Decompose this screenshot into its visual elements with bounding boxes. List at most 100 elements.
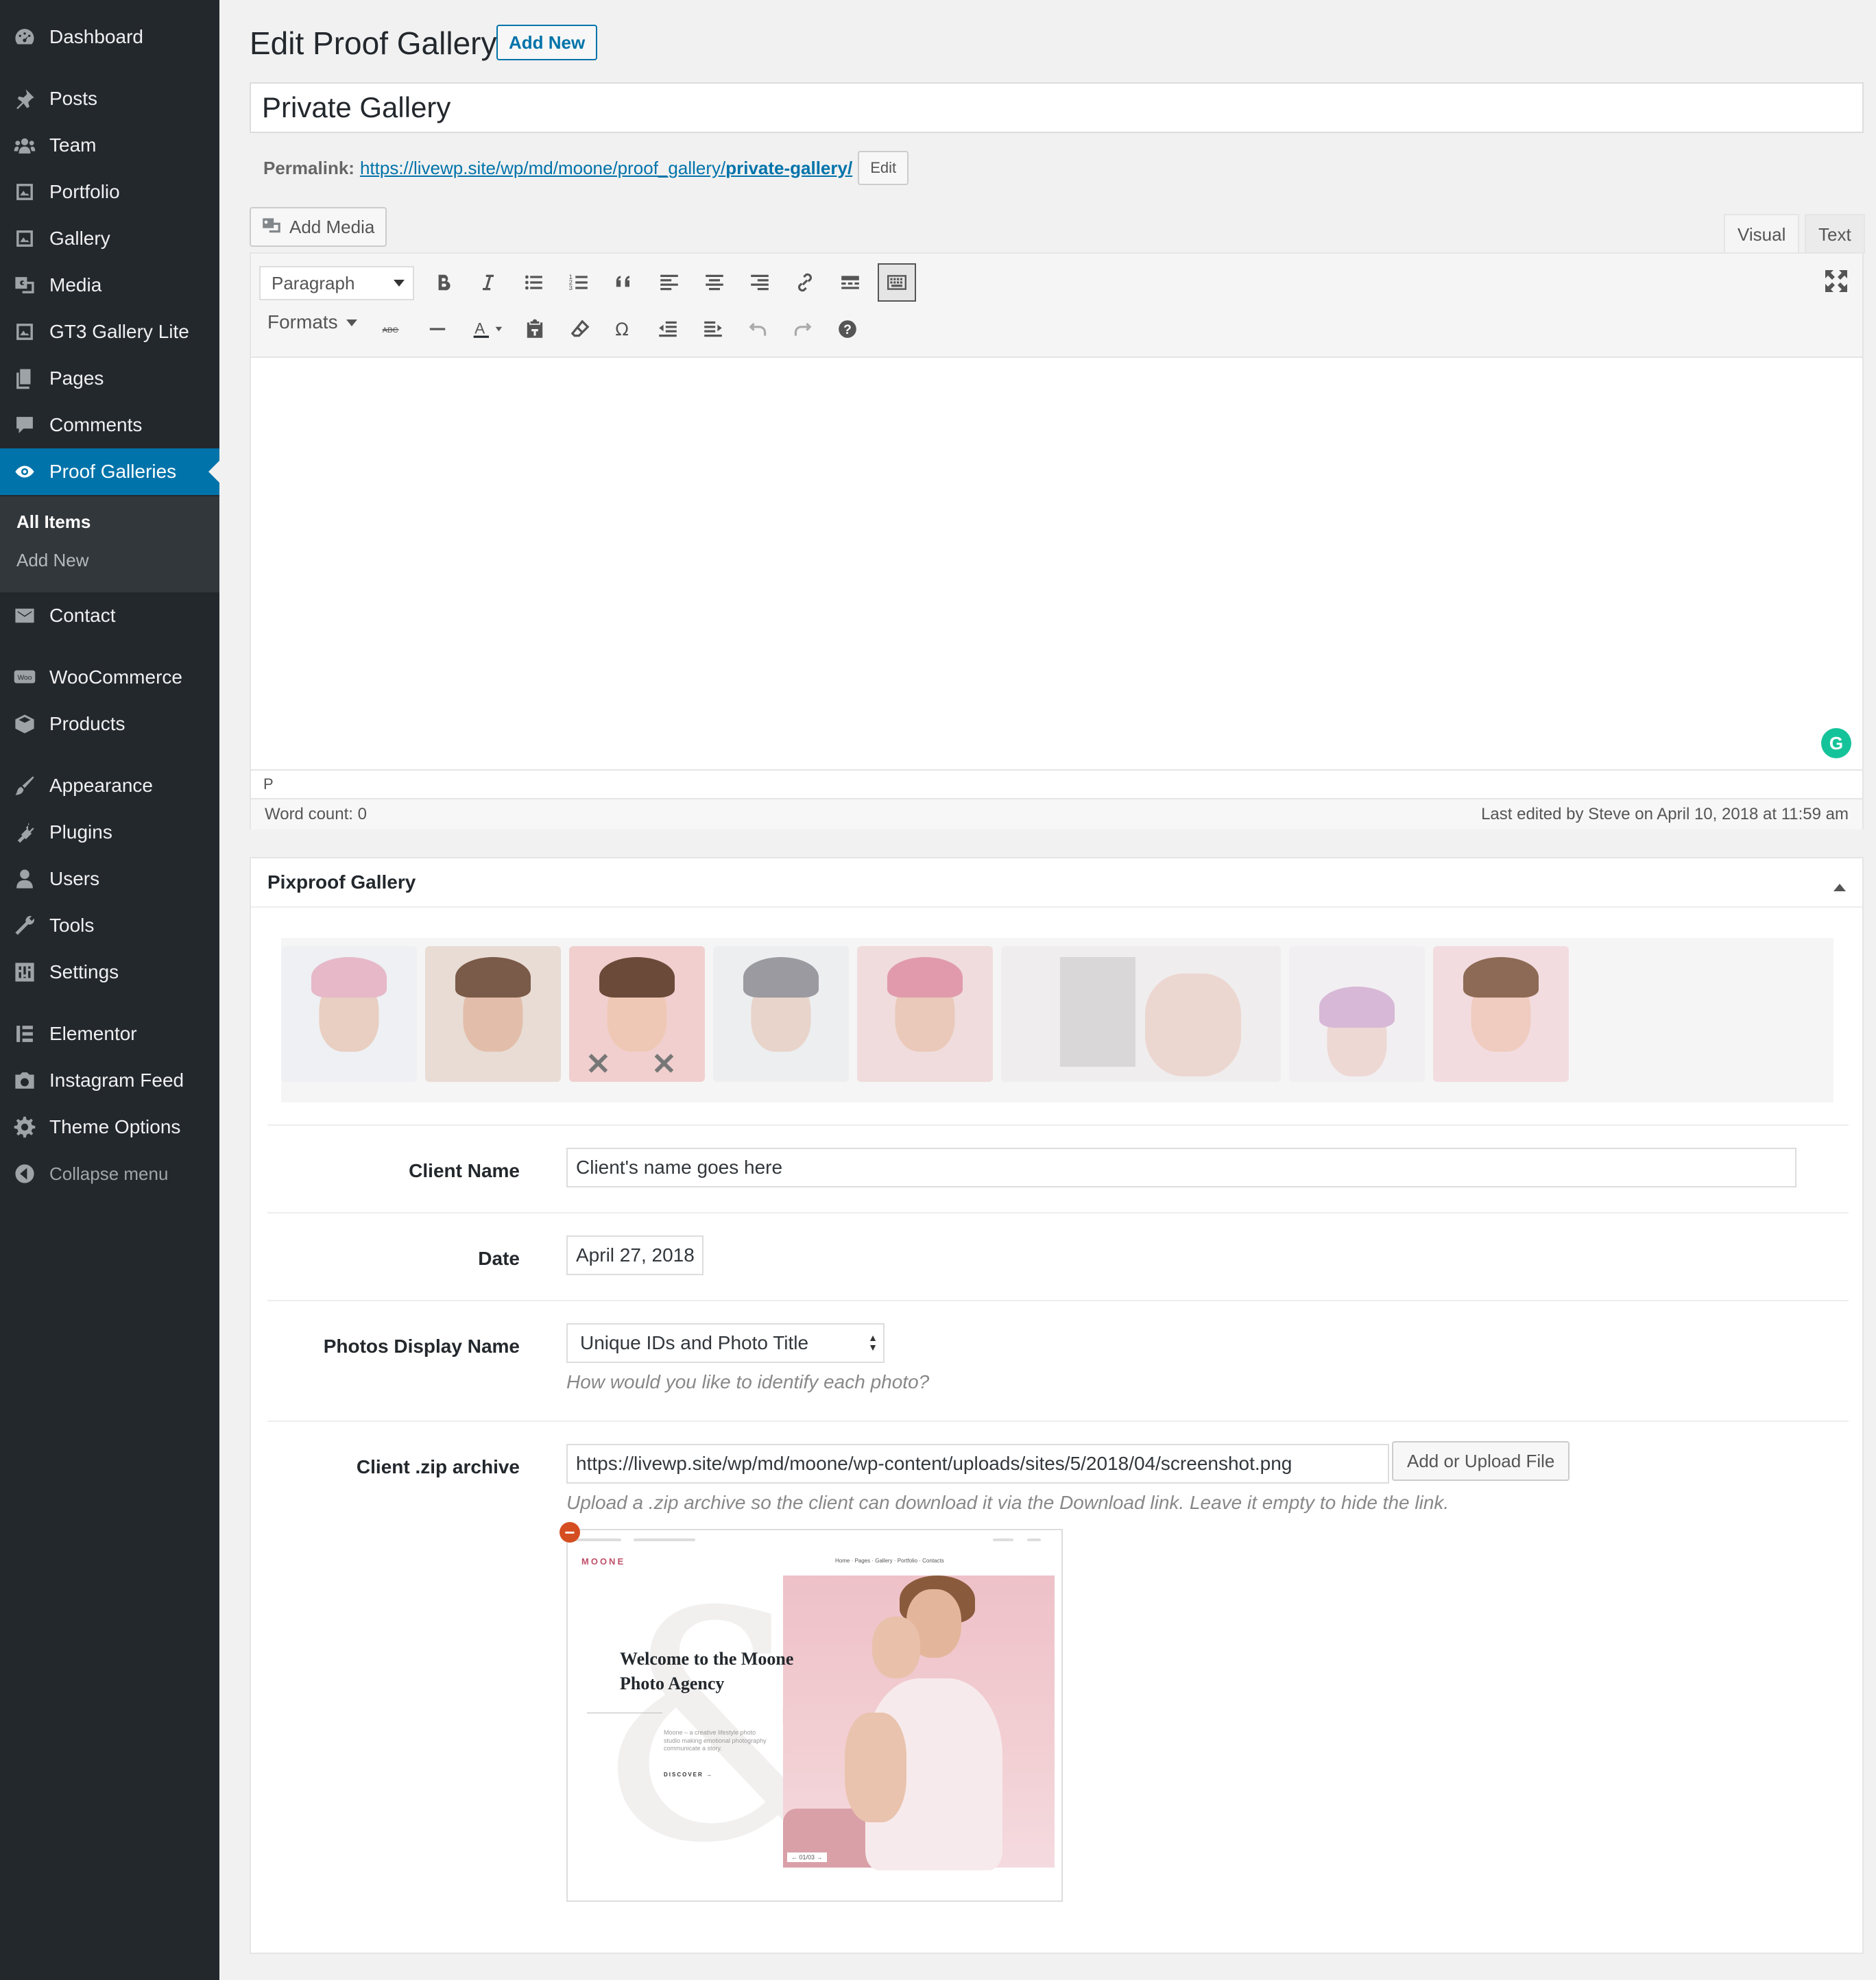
add-media-label: Add Media bbox=[289, 216, 375, 237]
client-zip-input[interactable]: https://livewp.site/wp/md/moone/wp-conte… bbox=[566, 1444, 1389, 1484]
menu-label: Pages bbox=[49, 367, 104, 389]
strikethrough-icon[interactable]: ABC bbox=[376, 313, 409, 346]
select-arrows-icon: ▲ ▼ bbox=[868, 1332, 878, 1353]
edit-permalink-button[interactable]: Edit bbox=[858, 151, 909, 185]
remove-file-icon[interactable]: − bbox=[560, 1522, 580, 1543]
menu-portfolio[interactable]: Portfolio bbox=[0, 169, 219, 215]
add-media-button[interactable]: Add Media bbox=[250, 207, 387, 247]
format-select[interactable]: Paragraph bbox=[259, 266, 414, 300]
link-icon[interactable] bbox=[789, 266, 821, 299]
zip-file-preview-image: & MOONE Home · Pages · Gallery · Portfol… bbox=[566, 1529, 1063, 1902]
pin-icon bbox=[12, 86, 37, 111]
gallery-thumbnail[interactable] bbox=[1433, 946, 1569, 1082]
menu-plugins[interactable]: Plugins bbox=[0, 809, 219, 856]
collapse-menu-button[interactable]: Collapse menu bbox=[0, 1150, 219, 1197]
post-title-input[interactable] bbox=[250, 82, 1864, 133]
box-icon bbox=[12, 712, 37, 736]
gallery-thumbnail[interactable] bbox=[1289, 946, 1425, 1082]
select-value: Unique IDs and Photo Title bbox=[580, 1332, 809, 1353]
plug-icon bbox=[12, 820, 37, 845]
menu-gt3-gallery[interactable]: GT3 Gallery Lite bbox=[0, 309, 219, 355]
metabox-title: Pixproof Gallery bbox=[267, 871, 416, 893]
bold-icon[interactable] bbox=[426, 266, 459, 299]
menu-pages[interactable]: Pages bbox=[0, 355, 219, 402]
menu-posts[interactable]: Posts bbox=[0, 75, 219, 122]
outdent-icon[interactable] bbox=[651, 313, 684, 346]
text-color-icon[interactable]: A bbox=[465, 313, 513, 346]
add-new-button[interactable]: Add New bbox=[496, 25, 598, 60]
toggle-arrow-icon[interactable] bbox=[1833, 878, 1846, 891]
menu-instagram-feed[interactable]: Instagram Feed bbox=[0, 1057, 219, 1104]
svg-text:Ω: Ω bbox=[615, 320, 629, 340]
undo-icon[interactable] bbox=[742, 313, 775, 346]
gallery-thumbnail[interactable] bbox=[713, 946, 849, 1082]
preview-nav: Home · Pages · Gallery · Portfolio · Con… bbox=[835, 1558, 944, 1564]
horizontal-line-icon[interactable] bbox=[421, 313, 454, 346]
permalink-base: https://livewp.site/wp/md/moone/proof_ga… bbox=[359, 157, 726, 178]
chevron-down-icon bbox=[346, 319, 357, 332]
menu-theme-options[interactable]: Theme Options bbox=[0, 1104, 219, 1150]
svg-text:?: ? bbox=[843, 323, 852, 337]
date-input[interactable]: April 27, 2018 bbox=[566, 1235, 704, 1275]
gallery-thumbnail[interactable] bbox=[857, 946, 993, 1082]
read-more-icon[interactable] bbox=[834, 266, 867, 299]
menu-settings[interactable]: Settings bbox=[0, 949, 219, 995]
align-center-icon[interactable] bbox=[698, 266, 731, 299]
menu-products[interactable]: Products bbox=[0, 701, 219, 747]
chevron-down-icon bbox=[394, 280, 405, 292]
numbered-list-icon[interactable]: 123 bbox=[562, 266, 595, 299]
client-zip-label: Client .zip archive bbox=[356, 1456, 520, 1477]
formats-dropdown[interactable]: Formats bbox=[267, 311, 357, 333]
date-label: Date bbox=[478, 1248, 520, 1269]
metabox-header[interactable]: Pixproof Gallery bbox=[251, 858, 1862, 908]
menu-gallery[interactable]: Gallery bbox=[0, 215, 219, 262]
menu-comments[interactable]: Comments bbox=[0, 402, 219, 448]
paste-text-icon[interactable] bbox=[518, 313, 551, 346]
blockquote-icon[interactable] bbox=[608, 266, 640, 299]
gallery-thumbnail[interactable]: ✕ ✕ bbox=[569, 946, 705, 1082]
menu-team[interactable]: Team bbox=[0, 122, 219, 169]
add-or-upload-file-button[interactable]: Add or Upload File bbox=[1392, 1441, 1570, 1481]
menu-dashboard[interactable]: Dashboard bbox=[0, 14, 219, 60]
align-right-icon[interactable] bbox=[743, 266, 776, 299]
menu-proof-galleries[interactable]: Proof Galleries bbox=[0, 448, 219, 495]
menu-contact[interactable]: Contact bbox=[0, 592, 219, 639]
tab-visual[interactable]: Visual bbox=[1724, 214, 1800, 254]
menu-label: Gallery bbox=[49, 228, 110, 249]
indent-icon[interactable] bbox=[697, 313, 730, 346]
submenu-all-items[interactable]: All Items bbox=[16, 511, 91, 533]
menu-media[interactable]: Media bbox=[0, 262, 219, 309]
clear-formatting-icon[interactable] bbox=[564, 313, 597, 346]
editor-content-area[interactable]: G bbox=[251, 358, 1862, 769]
rejected-icon: ✕ bbox=[651, 1048, 677, 1081]
preview-pager: ← 01/03 → bbox=[787, 1852, 827, 1862]
rejected-icon: ✕ bbox=[586, 1048, 611, 1081]
align-left-icon[interactable] bbox=[653, 266, 686, 299]
special-character-icon[interactable]: Ω bbox=[608, 313, 640, 346]
svg-text:ABC: ABC bbox=[383, 326, 398, 335]
menu-tools[interactable]: Tools bbox=[0, 902, 219, 949]
gallery-thumbnails[interactable]: ✕ ✕ bbox=[281, 938, 1833, 1102]
help-icon[interactable]: ? bbox=[831, 313, 864, 346]
menu-label: Dashboard bbox=[49, 26, 143, 47]
grammarly-icon[interactable]: G bbox=[1821, 728, 1851, 758]
menu-appearance[interactable]: Appearance bbox=[0, 762, 219, 809]
submenu-add-new[interactable]: Add New bbox=[16, 550, 89, 571]
menu-elementor[interactable]: Elementor bbox=[0, 1011, 219, 1057]
photos-display-name-select[interactable]: Unique IDs and Photo Title ▲ ▼ bbox=[566, 1323, 885, 1363]
tab-text[interactable]: Text bbox=[1805, 214, 1865, 254]
gallery-thumbnail[interactable] bbox=[425, 946, 561, 1082]
italic-icon[interactable] bbox=[472, 266, 505, 299]
redo-icon[interactable] bbox=[786, 313, 819, 346]
toolbar-toggle-icon[interactable] bbox=[878, 263, 916, 302]
menu-woocommerce[interactable]: Woo WooCommerce bbox=[0, 654, 219, 701]
fullscreen-icon[interactable] bbox=[1823, 267, 1850, 295]
svg-text:3: 3 bbox=[569, 285, 573, 292]
gallery-thumbnail-wide[interactable] bbox=[1001, 946, 1281, 1082]
menu-users[interactable]: Users bbox=[0, 856, 219, 902]
editor-toolbar: Paragraph 123 Formats ABC A Ω ? bbox=[251, 254, 1862, 358]
bullet-list-icon[interactable] bbox=[517, 266, 550, 299]
client-name-input[interactable]: Client's name goes here bbox=[566, 1148, 1796, 1187]
gallery-thumbnail[interactable] bbox=[281, 946, 417, 1082]
permalink-link[interactable]: https://livewp.site/wp/md/moone/proof_ga… bbox=[360, 158, 852, 179]
